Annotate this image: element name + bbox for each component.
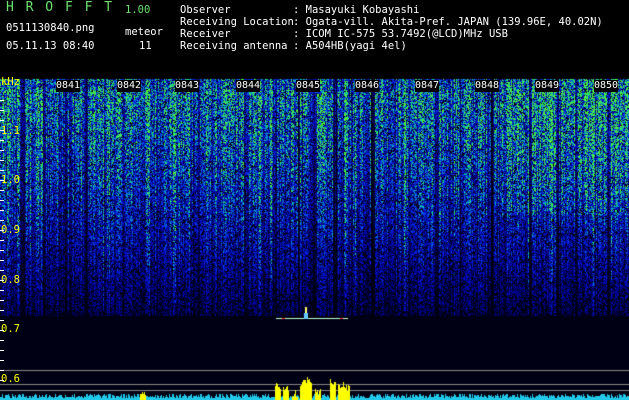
- meteor-count: 11: [139, 40, 152, 52]
- freq-minor-tick: [0, 250, 4, 251]
- freq-minor-tick: [0, 160, 4, 161]
- freq-tick-label: 1.1: [1, 125, 20, 137]
- time-tick-label: 0847: [415, 80, 440, 92]
- time-tick-label: 0849: [535, 80, 560, 92]
- freq-minor-tick: [0, 360, 4, 361]
- receiver-value: : ICOM IC-575 53.7492(@LCD)MHz USB: [293, 28, 508, 40]
- freq-minor-tick: [0, 140, 4, 141]
- freq-minor-tick: [0, 150, 4, 151]
- freq-minor-tick: [0, 370, 4, 371]
- freq-minor-tick: [0, 100, 4, 101]
- freq-minor-tick: [0, 270, 4, 271]
- freq-minor-tick: [0, 350, 4, 351]
- time-tick-label: 0848: [475, 80, 500, 92]
- freq-minor-tick: [0, 290, 4, 291]
- freq-minor-tick: [0, 120, 4, 121]
- location-value: : Ogata-vill. Akita-Pref. JAPAN (139.96E…: [293, 16, 603, 28]
- freq-minor-tick: [0, 180, 4, 181]
- freq-minor-tick: [0, 340, 4, 341]
- location-label: Receiving Location: [180, 16, 294, 28]
- file-datetime: 05.11.13 08:40: [6, 40, 95, 52]
- time-tick-label: 0844: [236, 80, 261, 92]
- freq-minor-tick: [0, 170, 4, 171]
- freq-minor-tick: [0, 230, 4, 231]
- time-tick-label: 0846: [355, 80, 380, 92]
- observer-label: Observer: [180, 4, 231, 16]
- antenna-label: Receiving antenna: [180, 40, 288, 52]
- header-panel: H R O F F T 1.00 0511130840.png 05.11.13…: [0, 0, 629, 75]
- freq-minor-tick: [0, 220, 4, 221]
- freq-tick-label: 0.7: [1, 323, 20, 335]
- freq-minor-tick: [0, 130, 4, 131]
- freq-minor-tick: [0, 310, 4, 311]
- file-name: 0511130840.png: [6, 22, 95, 34]
- freq-minor-tick: [0, 260, 4, 261]
- freq-minor-tick: [0, 280, 4, 281]
- observer-value: : Masayuki Kobayashi: [293, 4, 420, 16]
- freq-minor-tick: [0, 380, 4, 381]
- meteor-label: meteor: [125, 26, 163, 38]
- freq-minor-tick: [0, 210, 4, 211]
- time-tick-label: 0842: [117, 80, 142, 92]
- freq-minor-tick: [0, 110, 4, 111]
- app-version: 1.00: [125, 4, 151, 16]
- freq-minor-tick: [0, 240, 4, 241]
- freq-minor-tick: [0, 300, 4, 301]
- app-title: H R O F F T: [6, 0, 115, 15]
- time-tick-label: 0850: [594, 80, 619, 92]
- time-tick-label: 0841: [56, 80, 81, 92]
- freq-minor-tick: [0, 330, 4, 331]
- time-tick-label: 0843: [175, 80, 200, 92]
- antenna-value: : A504HB(yagi 4el): [293, 40, 407, 52]
- freq-minor-tick: [0, 320, 4, 321]
- receiver-label: Receiver: [180, 28, 231, 40]
- time-tick-label: 0845: [296, 80, 321, 92]
- freq-unit-label: kHz: [1, 76, 20, 88]
- freq-minor-tick: [0, 200, 4, 201]
- freq-tick-label: 0.6: [1, 373, 20, 385]
- spectrogram-waterfall: [0, 75, 629, 400]
- freq-minor-tick: [0, 190, 4, 191]
